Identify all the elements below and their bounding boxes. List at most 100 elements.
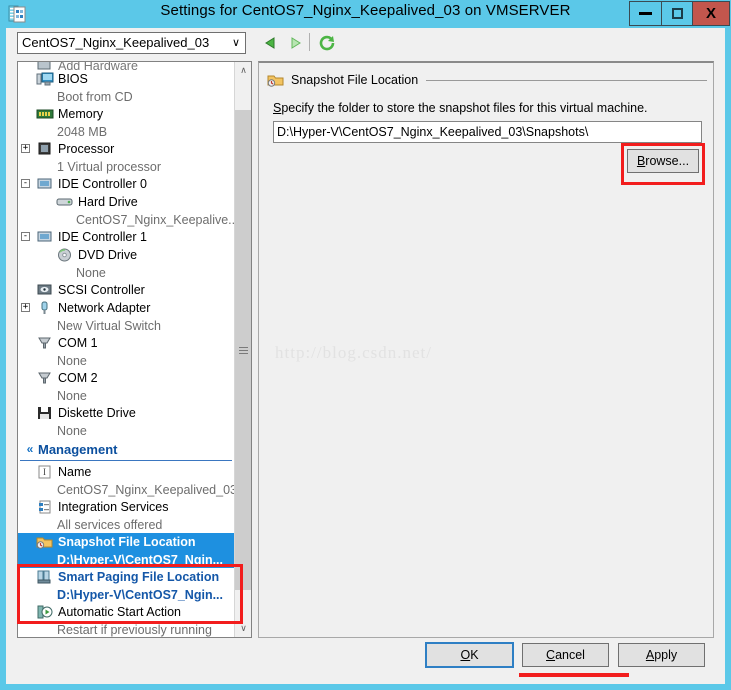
tree-item-label: Diskette Drive [58,406,136,420]
scrollbar-grip-icon [239,346,248,354]
ok-label: K [470,648,479,662]
tree-item-ide-controller-1[interactable]: - IDE Controller 1 [18,228,234,246]
pane-description-text: pecify the folder to store the snapshot … [281,101,648,115]
add-hardware-icon [36,62,54,70]
ok-accesskey: O [460,648,471,662]
vm-select-dropdown[interactable]: CentOS7_Nginx_Keepalived_03 ∨ [17,32,246,54]
snapshot-folder-icon [36,534,54,550]
tree-item-integration-services[interactable]: Integration Services [18,498,234,516]
tree-item-com-1[interactable]: COM 1 [18,334,234,352]
tree-item-add-hardware[interactable]: Add Hardware [18,62,234,70]
tree-item-memory[interactable]: Memory [18,105,234,123]
tree-item-dvd-drive[interactable]: DVD Drive [18,246,234,264]
forward-arrow-icon[interactable] [286,34,304,52]
tree-item-diskette-drive[interactable]: Diskette Drive [18,404,234,422]
snapshot-path-input[interactable]: D:\Hyper-V\CentOS7_Nginx_Keepalived_03\S… [273,121,702,143]
tree-item-label: DVD Drive [78,248,138,262]
tree-item-automatic-start-action[interactable]: Automatic Start Action [18,603,234,621]
apply-accesskey: A [645,648,655,662]
cancel-button[interactable]: Cancel [522,643,609,667]
memory-icon [36,106,54,122]
refresh-icon[interactable] [317,33,337,53]
annotation-cancel-underline [519,673,629,677]
settings-pane: Snapshot File Location Specify the folde… [258,61,714,638]
integration-services-icon [36,499,54,515]
com-port-icon [36,335,54,351]
scsi-controller-icon [36,282,54,298]
back-arrow-icon[interactable] [262,34,280,52]
title-bar[interactable]: Settings for CentOS7_Nginx_Keepalived_03… [0,0,731,28]
expander-ide-1[interactable]: - [21,232,30,241]
tree-item-scsi-controller[interactable]: SCSI Controller [18,281,234,299]
tree-item-sub: CentOS7_Nginx_Keepalived_03 [57,482,237,497]
tree-item-sub: 1 Virtual processor [57,159,161,174]
tree-item-sub: Restart if previously running [57,622,212,637]
tree-scrollbar[interactable]: ∧ ∨ [234,62,251,637]
tree-item-label: Automatic Start Action [58,605,181,619]
group-header-management[interactable]: « Management [18,439,234,459]
chevron-down-icon: ∨ [231,37,241,49]
tree-item-smart-paging-file-location[interactable]: Smart Paging File Location [18,568,234,586]
tree-item-hard-drive[interactable]: Hard Drive [18,193,234,211]
vm-select-value: CentOS7_Nginx_Keepalived_03 [22,35,210,50]
apply-button[interactable]: Apply [618,643,705,667]
hardware-tree[interactable]: Add Hardware BIOS Boot from CD Memory 20… [17,61,252,638]
dvd-drive-icon [56,247,74,263]
pane-description: Specify the folder to store the snapshot… [273,101,648,115]
cancel-label: ancel [555,648,585,662]
tree-item-label: IDE Controller 1 [58,230,147,244]
tree-item-sub: D:\Hyper-V\CentOS7_Ngin... [18,551,234,568]
tree-item-label: Hard Drive [78,195,138,209]
close-button[interactable]: X [693,1,730,26]
pane-group-title: Snapshot File Location [291,73,419,87]
toolbar: CentOS7_Nginx_Keepalived_03 ∨ [6,28,725,60]
group-header-rule [426,79,707,81]
tree-item-label: Name [58,465,92,479]
scroll-up-button[interactable]: ∧ [235,62,251,79]
tree-item-snapshot-file-location[interactable]: Snapshot File Location [18,533,234,551]
tree-item-label: Memory [58,107,104,121]
tree-item-label: IDE Controller 0 [58,177,147,191]
ok-button[interactable]: OK [425,642,514,668]
tree-item-name[interactable]: I Name [18,463,234,481]
com-port-icon [36,370,54,386]
browse-button[interactable]: Browse... [627,149,699,173]
maximize-icon [671,8,683,19]
tree-item-label: Snapshot File Location [58,535,196,549]
svg-text:I: I [43,467,46,477]
browse-label: rowse... [645,154,690,168]
expander-ide-0[interactable]: - [21,179,30,188]
tree-item-processor[interactable]: + Processor [18,140,234,158]
scrollbar-thumb[interactable] [235,110,251,590]
tree-item-com-2[interactable]: COM 2 [18,369,234,387]
tree-item-network-adapter[interactable]: + Network Adapter [18,299,234,317]
minimize-button[interactable] [629,1,661,26]
tree-item-label: SCSI Controller [58,283,145,297]
scroll-down-button[interactable]: ∨ [235,620,251,637]
expander-network-adapter[interactable]: + [21,303,30,312]
pane-group-header: Snapshot File Location [267,71,707,89]
cancel-accesskey: C [546,648,556,662]
browse-accesskey: B [636,154,646,168]
maximize-button[interactable] [661,1,693,26]
tree-item-ide-controller-0[interactable]: - IDE Controller 0 [18,175,234,193]
diskette-drive-icon [36,405,54,421]
network-adapter-icon [36,300,54,316]
bios-icon [36,71,54,87]
dialog-body: Add Hardware BIOS Boot from CD Memory 20… [6,60,725,684]
minimize-icon [639,12,652,15]
tree-item-sub: None [76,265,106,280]
tree-item-sub: None [57,353,87,368]
tree-item-bios[interactable]: BIOS [18,70,234,88]
tree-item-label: Network Adapter [58,301,151,315]
group-divider [20,460,232,461]
hard-drive-icon [56,194,74,210]
auto-start-icon [36,604,54,620]
processor-icon [36,141,54,157]
tree-item-label: BIOS [58,72,88,86]
tree-item-label: Add Hardware [58,62,138,70]
tree-item-sub: D:\Hyper-V\CentOS7_Ngin... [57,587,223,602]
expander-processor[interactable]: + [21,144,30,153]
tree-item-sub: None [57,388,87,403]
chevron-up-icon: « [26,442,34,456]
